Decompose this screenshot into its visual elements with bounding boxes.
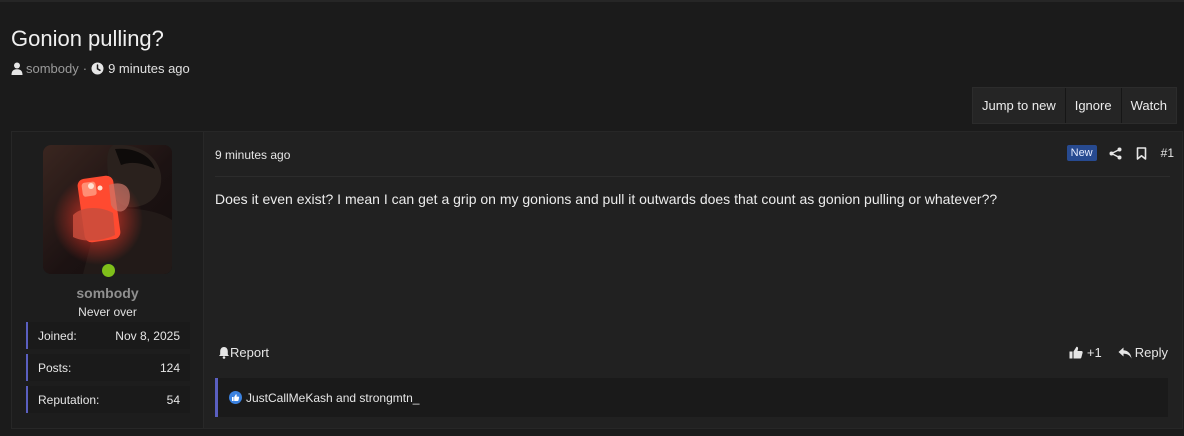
thumbs-up-icon <box>1069 346 1083 359</box>
ignore-button[interactable]: Ignore <box>1064 88 1121 123</box>
like-button[interactable]: +1 <box>1069 345 1102 360</box>
stat-joined: Joined: Nov 8, 2025 <box>26 322 190 349</box>
post-header-divider <box>215 176 1170 177</box>
stat-label: Reputation: <box>38 392 100 407</box>
stat-label: Posts: <box>38 360 72 375</box>
post-footer-actions: +1 Reply <box>1069 345 1168 360</box>
stat-value[interactable]: 124 <box>160 361 180 375</box>
reply-icon <box>1118 347 1132 359</box>
reacted-users-link[interactable]: JustCallMeKash and strongmtn_ <box>246 391 419 405</box>
bell-icon <box>218 346 230 359</box>
meta-separator: · <box>82 60 88 76</box>
stat-label: Joined: <box>38 328 77 343</box>
post-body: Does it even exist? I mean I can get a g… <box>215 191 998 207</box>
report-label: Report <box>230 345 270 360</box>
stat-posts: Posts: 124 <box>26 354 190 381</box>
reaction-count: +1 <box>1086 345 1102 360</box>
stat-value: Nov 8, 2025 <box>115 328 180 343</box>
reply-label: Reply <box>1134 345 1168 360</box>
avatar[interactable] <box>43 145 172 274</box>
user-icon <box>11 62 23 75</box>
new-badge: New <box>1066 145 1097 161</box>
reply-button[interactable]: Reply <box>1118 345 1168 360</box>
share-icon[interactable] <box>1109 147 1122 160</box>
thread-author-link[interactable]: sombody <box>26 61 79 76</box>
post-header-actions: New #1 <box>1066 145 1174 161</box>
watch-button[interactable]: Watch <box>1120 88 1176 123</box>
stat-reputation: Reputation: 54 <box>26 386 190 413</box>
post-username[interactable]: sombody <box>12 285 203 301</box>
user-title: Never over <box>78 305 137 319</box>
post-user-cell: sombody Never over Joined: Nov 8, 2025 P… <box>12 132 204 428</box>
clock-icon <box>91 62 104 75</box>
reactions-bar: JustCallMeKash and strongmtn_ <box>215 378 1168 417</box>
bookmark-icon[interactable] <box>1136 146 1147 160</box>
post-content: 9 minutes ago New #1 Does it even exist?… <box>215 132 1182 428</box>
top-border <box>0 0 1184 2</box>
stat-value: 54 <box>166 392 180 407</box>
post-number-link[interactable]: #1 <box>1161 146 1174 160</box>
thread-actions: Jump to new Ignore Watch <box>972 87 1177 124</box>
thread-meta: sombody · 9 minutes ago <box>11 60 190 76</box>
thread-time-link[interactable]: 9 minutes ago <box>108 61 190 76</box>
online-status-indicator <box>100 262 117 279</box>
like-reaction-icon <box>229 391 242 404</box>
post-date-link[interactable]: 9 minutes ago <box>215 148 290 162</box>
report-link[interactable]: Report <box>218 345 269 360</box>
jump-to-new-button[interactable]: Jump to new <box>973 88 1065 123</box>
thread-title: Gonion pulling? <box>11 26 164 51</box>
post-message: sombody Never over Joined: Nov 8, 2025 P… <box>11 131 1183 429</box>
